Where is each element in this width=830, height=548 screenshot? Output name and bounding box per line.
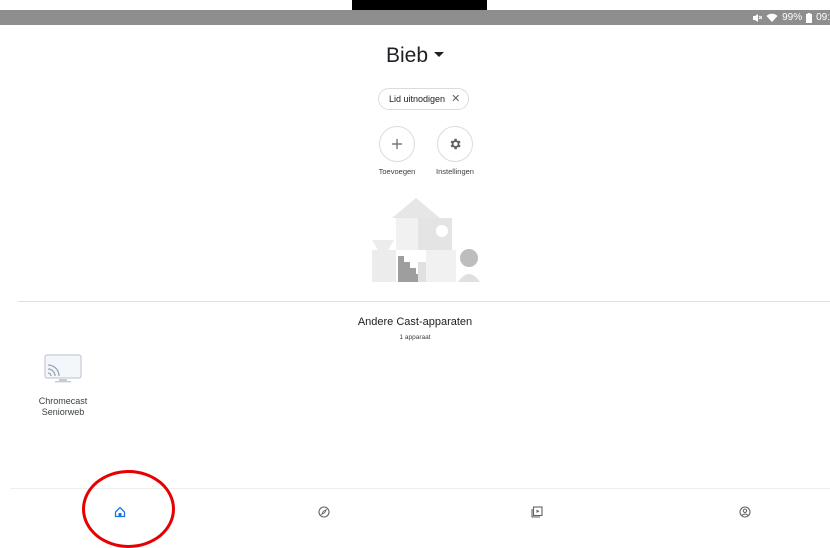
device-name-line2: Seniorweb (41, 407, 85, 417)
invite-member-chip[interactable]: Lid uitnodigen ✕ (378, 88, 470, 110)
settings-button[interactable]: Instellingen (415, 126, 495, 176)
top-black-bar (352, 0, 487, 10)
nav-media[interactable] (527, 502, 547, 522)
clock: 09: (816, 12, 830, 23)
nav-account[interactable] (735, 502, 755, 522)
dropdown-caret-icon (434, 51, 445, 57)
status-icons: 99% 09: (752, 10, 830, 25)
home-title-text: Bieb (385, 44, 429, 67)
settings-label: Instellingen (436, 167, 474, 176)
mute-icon (753, 13, 763, 22)
cast-tv-icon (44, 354, 82, 383)
close-icon[interactable]: ✕ (451, 93, 460, 105)
status-bar: 99% 09: (0, 10, 830, 25)
annotation-red-circle (82, 470, 175, 548)
device-chromecast[interactable]: Chromecast Seniorweb (26, 353, 100, 418)
wifi-icon (766, 13, 778, 22)
plus-icon (392, 139, 402, 149)
device-name: Chromecast Seniorweb (26, 396, 100, 418)
other-cast-devices-title: Andere Cast-apparaten (357, 316, 473, 328)
nav-discover[interactable] (314, 502, 334, 522)
compass-icon (318, 506, 330, 518)
section-divider (18, 301, 830, 302)
home-illustration (372, 198, 480, 282)
device-count: 1 apparaat (399, 334, 431, 341)
add-circle[interactable] (379, 126, 415, 162)
settings-circle[interactable] (437, 126, 473, 162)
account-icon (739, 506, 751, 518)
device-name-line1: Chromecast (38, 396, 88, 406)
invite-member-label: Lid uitnodigen (389, 94, 446, 104)
battery-percent: 99% (782, 12, 803, 23)
home-title[interactable]: Bieb (0, 44, 830, 68)
battery-icon (806, 12, 813, 23)
media-icon (531, 506, 543, 518)
gear-icon (450, 138, 461, 150)
